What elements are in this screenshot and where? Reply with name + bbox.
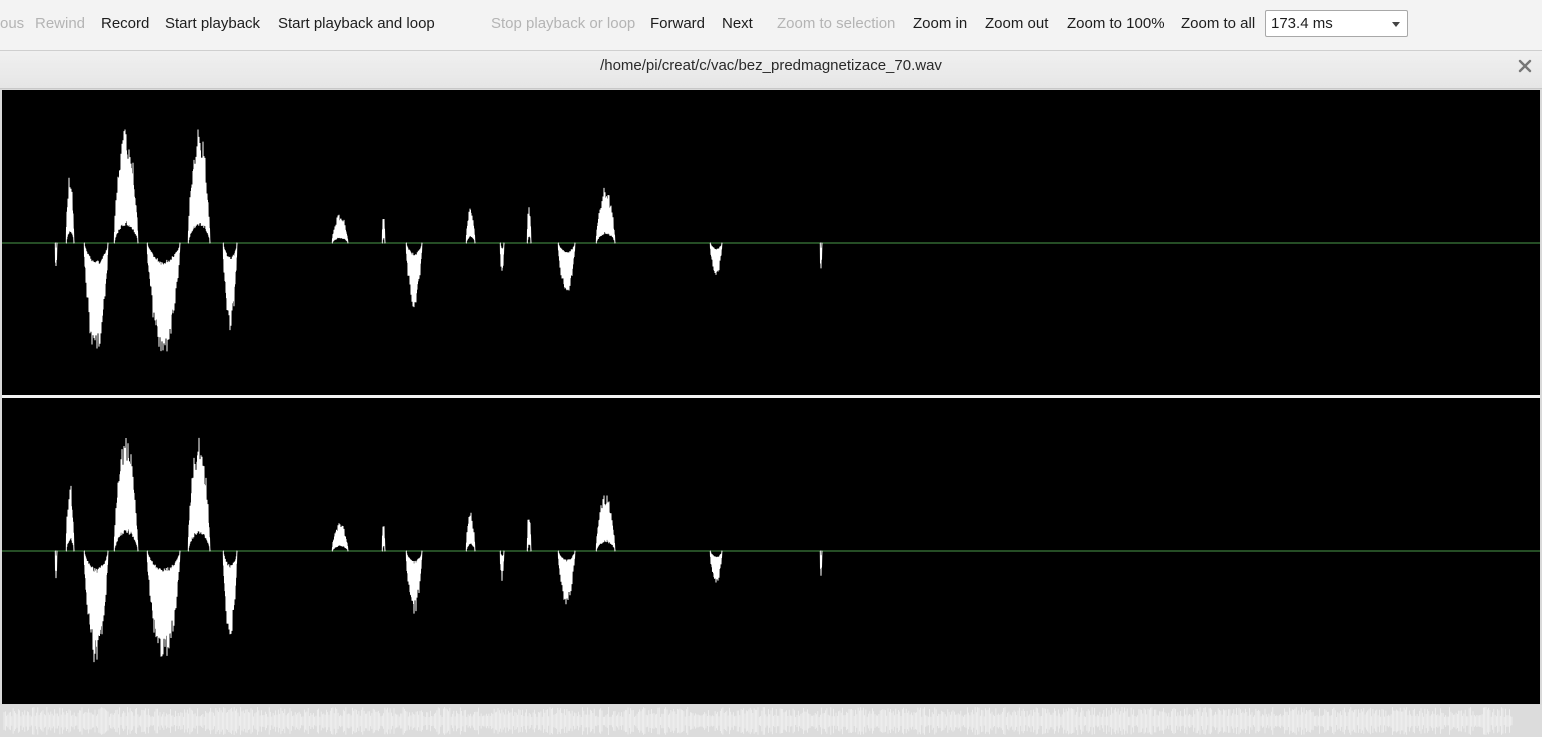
waveform-burst xyxy=(187,437,211,552)
waveform-canvas-1 xyxy=(2,129,1540,352)
waveform-burst xyxy=(381,218,386,244)
waveform-burst xyxy=(557,550,576,605)
waveform-burst xyxy=(709,550,723,583)
waveform-burst xyxy=(146,242,181,352)
record-button[interactable]: Record xyxy=(101,14,149,34)
waveform-burst xyxy=(405,242,423,308)
waveform-burst xyxy=(819,550,823,576)
file-title-bar: /home/pi/creat/c/vac/bez_predmagnetizace… xyxy=(0,51,1542,89)
overview-waveform xyxy=(3,707,1513,735)
waveform-burst xyxy=(187,129,211,244)
waveform-burst xyxy=(222,550,238,635)
waveform-burst xyxy=(54,242,58,267)
waveform-burst xyxy=(819,242,823,269)
toolbar: ous Rewind Record Start playback Start p… xyxy=(0,0,1542,51)
close-icon[interactable] xyxy=(1518,59,1532,73)
waveform-burst xyxy=(465,512,476,552)
zoom-level-select[interactable]: 173.4 ms xyxy=(1265,10,1408,37)
waveform-burst xyxy=(709,242,723,275)
zoom-level-value: 173.4 ms xyxy=(1271,15,1333,32)
waveform-burst xyxy=(146,550,181,657)
file-path: /home/pi/creat/c/vac/bez_predmagnetizace… xyxy=(600,57,942,74)
waveform-channel-1[interactable] xyxy=(2,90,1540,395)
waveform-channel-2[interactable] xyxy=(2,398,1540,704)
waveform-burst xyxy=(113,129,139,244)
start-playback-button[interactable]: Start playback xyxy=(165,14,260,34)
waveform-burst xyxy=(331,214,349,244)
overview-wave xyxy=(3,707,1513,735)
waveform-canvas-2 xyxy=(2,437,1540,663)
waveform-burst xyxy=(499,242,505,271)
waveform-burst xyxy=(405,550,423,614)
stop-playback-button[interactable]: Stop playback or loop xyxy=(491,14,635,34)
waveform-burst xyxy=(113,437,139,552)
zoom-to-all-button[interactable]: Zoom to all xyxy=(1181,14,1255,34)
next-button[interactable]: Next xyxy=(722,14,753,34)
waveform-burst xyxy=(222,242,238,331)
waveform-burst xyxy=(65,177,75,244)
chevron-down-icon xyxy=(1392,22,1400,27)
waveform-burst xyxy=(83,550,109,663)
zoom-to-selection-button[interactable]: Zoom to selection xyxy=(777,14,895,34)
waveform-burst xyxy=(65,485,75,552)
waveform-burst xyxy=(54,550,58,579)
waveform-burst xyxy=(499,550,505,581)
waveform-burst xyxy=(595,495,616,552)
zoom-100-button[interactable]: Zoom to 100% xyxy=(1067,14,1165,34)
previous-button[interactable]: ous xyxy=(0,14,24,34)
waveform-burst xyxy=(83,242,109,349)
waveform-burst xyxy=(465,208,476,244)
overview-scrollbar[interactable] xyxy=(0,705,1542,737)
waveform-burst xyxy=(526,207,532,244)
waveform-burst xyxy=(381,526,386,552)
start-playback-loop-button[interactable]: Start playback and loop xyxy=(278,14,435,34)
waveform-burst xyxy=(331,523,349,552)
waveform-burst xyxy=(526,519,532,552)
rewind-button[interactable]: Rewind xyxy=(35,14,85,34)
zoom-out-button[interactable]: Zoom out xyxy=(985,14,1048,34)
zoom-in-button[interactable]: Zoom in xyxy=(913,14,967,34)
waveform-burst xyxy=(557,242,576,291)
forward-button[interactable]: Forward xyxy=(650,14,705,34)
waveform-burst xyxy=(595,187,616,244)
